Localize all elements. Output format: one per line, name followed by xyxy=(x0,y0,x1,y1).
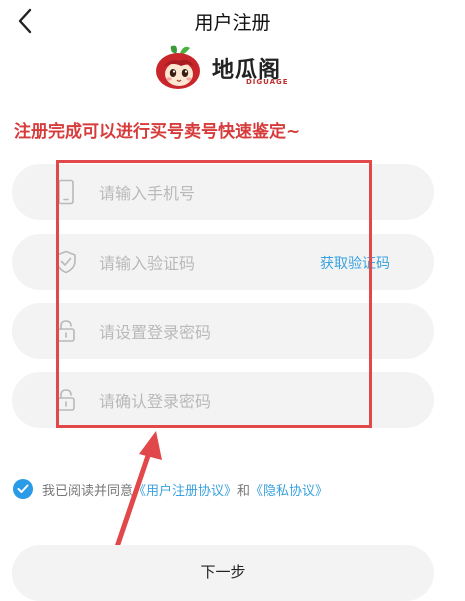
app-logo: 地瓜阁 DIGUAGE xyxy=(150,45,310,92)
password-field xyxy=(12,303,434,359)
lock-icon xyxy=(52,386,80,414)
agreement-row: 我已阅读并同意 《用户注册协议》 和 《隐私协议》 xyxy=(13,478,328,500)
agreement-prefix: 我已阅读并同意 xyxy=(42,483,134,499)
next-button[interactable]: 下一步 xyxy=(12,545,434,601)
privacy-agreement-link[interactable]: 《隐私协议》 xyxy=(250,480,328,499)
logo-subtitle: DIGUAGE xyxy=(246,78,289,86)
verification-code-field: 获取验证码 xyxy=(12,234,434,290)
page-title: 用户注册 xyxy=(194,12,271,34)
header: 用户注册 xyxy=(0,0,465,44)
confirm-password-input[interactable] xyxy=(97,382,321,420)
phone-input[interactable] xyxy=(97,174,321,212)
phone-field xyxy=(12,164,434,220)
confirm-password-field xyxy=(12,372,434,428)
get-code-button[interactable]: 获取验证码 xyxy=(320,253,390,273)
lock-icon xyxy=(52,317,80,345)
shield-icon xyxy=(52,248,80,276)
user-agreement-link[interactable]: 《用户注册协议》 xyxy=(133,480,237,499)
sweet-potato-mascot-icon xyxy=(156,45,200,89)
check-icon xyxy=(17,484,29,493)
agreement-checkbox[interactable] xyxy=(13,479,33,499)
agreement-and: 和 xyxy=(237,483,251,499)
verification-code-input[interactable] xyxy=(97,244,321,282)
password-input[interactable] xyxy=(97,313,321,351)
phone-icon xyxy=(52,178,80,206)
tagline: 注册完成可以进行买号卖号快速鉴定~ xyxy=(14,122,301,142)
